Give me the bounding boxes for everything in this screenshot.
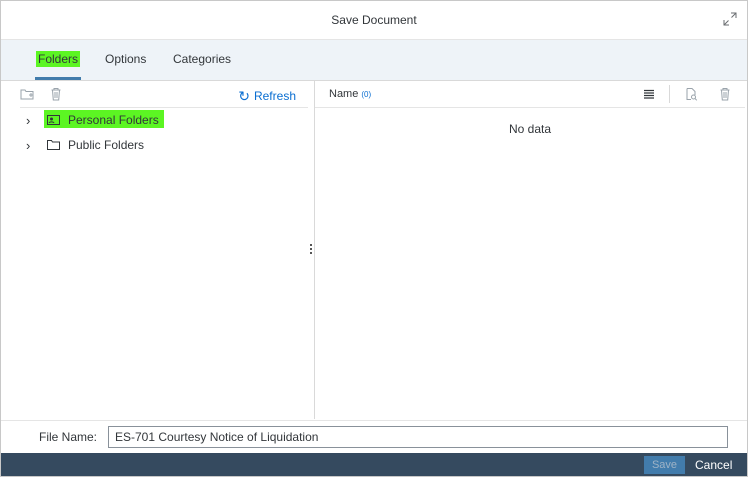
column-header-name[interactable]: Name (0) — [329, 88, 371, 100]
tree-item-label: Public Folders — [68, 138, 145, 152]
tree-item-personal-folders[interactable]: › Personal Folders — [20, 110, 220, 130]
personal-folder-icon — [47, 115, 60, 125]
tree-item-public-folders[interactable]: › Public Folders — [20, 137, 220, 155]
dialog-title: Save Document — [331, 13, 417, 27]
item-count: (0) — [361, 90, 372, 99]
cancel-button[interactable]: Cancel — [695, 456, 732, 474]
tab-options[interactable]: Options — [105, 52, 146, 66]
delete-document-icon[interactable] — [718, 87, 732, 101]
list-view-icon[interactable] — [642, 87, 656, 101]
save-button[interactable]: Save — [644, 456, 685, 474]
tree-item-label: Personal Folders — [68, 113, 159, 127]
folder-icon — [47, 140, 60, 150]
file-name-input[interactable] — [108, 426, 728, 448]
toolbar-separator — [669, 85, 670, 103]
refresh-icon: ↻ — [238, 88, 250, 104]
tab-bar: Folders Options Categories — [1, 40, 747, 81]
splitter-grip-icon[interactable] — [310, 244, 312, 254]
tab-folders-label: Folders — [36, 51, 81, 67]
chevron-right-icon[interactable]: › — [26, 138, 30, 153]
new-folder-icon[interactable] — [20, 87, 34, 101]
refresh-button[interactable]: ↻ Refresh — [238, 87, 296, 104]
chevron-right-icon[interactable]: › — [26, 113, 30, 128]
document-list-pane: Name (0) No data — [314, 81, 745, 419]
tree-toolbar: ↻ Refresh — [20, 81, 308, 108]
tab-categories[interactable]: Categories — [173, 52, 231, 66]
document-preview-icon[interactable] — [684, 87, 698, 101]
dialog-titlebar: Save Document — [1, 1, 747, 40]
file-name-label: File Name: — [39, 430, 98, 444]
tab-folders[interactable]: Folders — [36, 51, 81, 67]
file-name-bar: File Name: — [1, 420, 747, 454]
selected-tab-indicator — [35, 77, 81, 80]
list-header: Name (0) — [315, 81, 745, 108]
save-document-dialog: Save Document Folders Options Categories… — [0, 0, 748, 477]
refresh-label: Refresh — [253, 89, 296, 103]
folder-tree-pane: ↻ Refresh › Personal Folders › Public Fol… — [20, 81, 309, 419]
empty-list-message: No data — [508, 122, 552, 136]
column-name-label: Name — [329, 88, 359, 100]
expand-icon[interactable] — [723, 12, 737, 26]
delete-icon[interactable] — [49, 87, 63, 101]
dialog-footer: Save Cancel — [1, 453, 747, 476]
